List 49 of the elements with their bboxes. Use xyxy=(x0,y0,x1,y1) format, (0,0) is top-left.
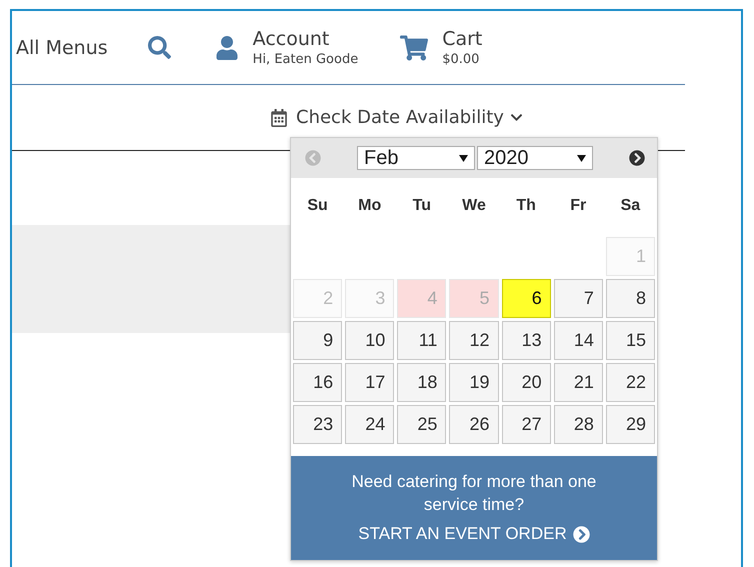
user-icon[interactable] xyxy=(214,36,239,60)
day-cell[interactable]: 21 xyxy=(554,363,603,402)
catering-prompt: Need catering for more than one service time? xyxy=(350,471,598,516)
day-cell[interactable]: 9 xyxy=(293,321,342,360)
calendar-icon xyxy=(270,108,288,126)
day-cell[interactable]: 14 xyxy=(554,321,603,360)
day-cell[interactable]: 19 xyxy=(449,363,499,402)
account-link[interactable]: Account xyxy=(252,26,358,50)
search-icon[interactable] xyxy=(148,36,171,59)
caret-icon xyxy=(459,154,468,162)
day-cell[interactable]: 13 xyxy=(502,321,551,360)
weekday-label: Tu xyxy=(412,196,432,216)
cart-link[interactable]: Cart xyxy=(442,26,482,50)
day-cell[interactable]: 23 xyxy=(293,405,342,444)
chevron-down-icon xyxy=(510,111,523,124)
day-cell[interactable]: 6 xyxy=(502,279,551,318)
day-cell[interactable]: 17 xyxy=(345,363,394,402)
day-cell[interactable]: 11 xyxy=(397,321,446,360)
next-month-icon[interactable] xyxy=(629,150,645,166)
day-cell[interactable]: 22 xyxy=(606,363,655,402)
day-cell[interactable]: 28 xyxy=(554,405,603,444)
menus-link[interactable]: All Menus xyxy=(16,36,108,58)
day-cell[interactable]: 29 xyxy=(606,405,655,444)
account-greeting: Hi, Eaten Goode xyxy=(252,50,358,68)
weekday-label: We xyxy=(461,196,487,216)
day-cell[interactable]: 8 xyxy=(606,279,655,318)
weekday-label: Su xyxy=(306,196,329,216)
caret-icon xyxy=(577,154,586,162)
weekday-label: Sa xyxy=(620,196,642,216)
month-select[interactable]: Feb xyxy=(357,146,475,170)
day-cell[interactable]: 18 xyxy=(397,363,446,402)
cart-icon[interactable] xyxy=(400,34,428,62)
day-cell[interactable]: 10 xyxy=(345,321,394,360)
day-cell[interactable]: 25 xyxy=(397,405,446,444)
day-cell[interactable]: 26 xyxy=(449,405,499,444)
day-cell[interactable]: 24 xyxy=(345,405,394,444)
year-select[interactable]: 2020 xyxy=(477,146,593,170)
day-cell[interactable]: 15 xyxy=(606,321,655,360)
day-cell[interactable]: 16 xyxy=(293,363,342,402)
cart-total: $0.00 xyxy=(442,50,480,68)
event-order-link[interactable]: START AN EVENT ORDER xyxy=(358,524,590,544)
date-availability-toggle[interactable]: Check Date Availability xyxy=(296,107,523,128)
weekday-label: Fr xyxy=(569,196,588,216)
weekday-label: Th xyxy=(515,196,537,216)
day-cell[interactable]: 12 xyxy=(449,321,499,360)
weekday-label: Mo xyxy=(357,196,382,216)
day-cell[interactable]: 20 xyxy=(502,363,551,402)
day-cell[interactable]: 7 xyxy=(554,279,603,318)
day-cell[interactable]: 27 xyxy=(502,405,551,444)
